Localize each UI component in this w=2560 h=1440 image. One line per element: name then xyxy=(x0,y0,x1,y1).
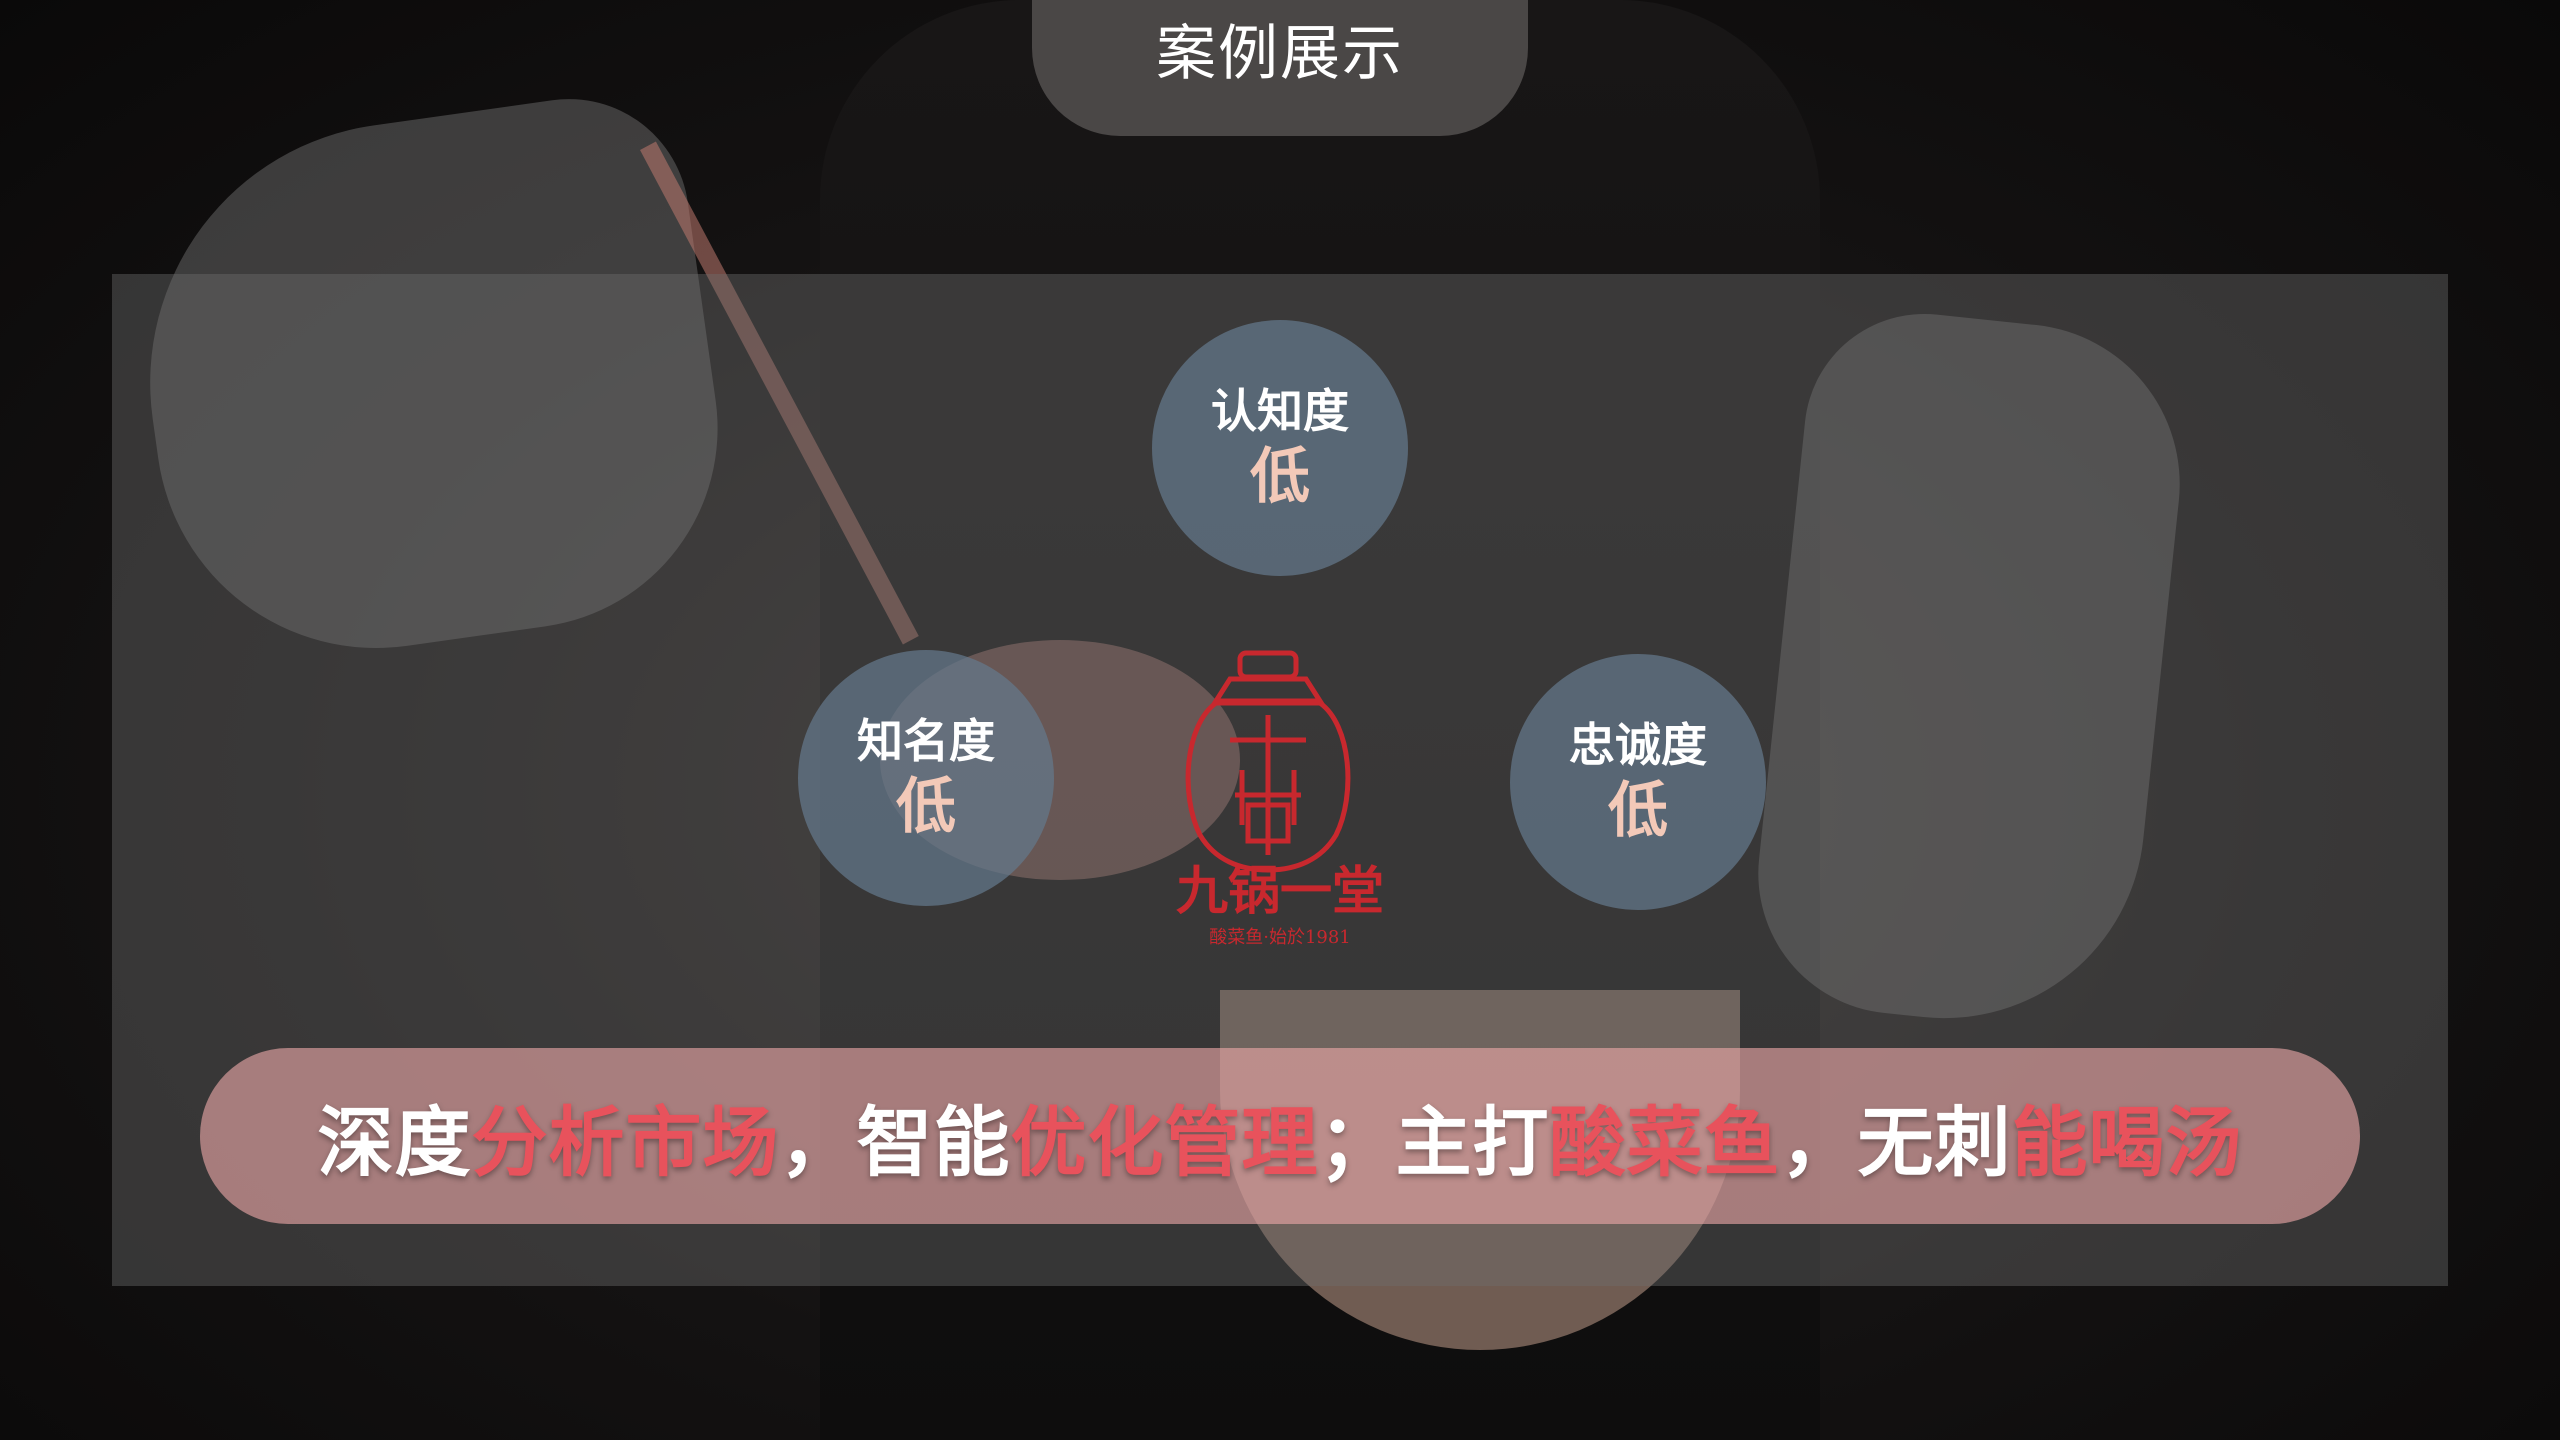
bubble-recognition: 认知度 低 xyxy=(1152,320,1408,576)
bubble-label: 知名度 xyxy=(857,714,995,768)
bubble-value: 低 xyxy=(1608,776,1668,846)
slogan-segment-highlight: 酸菜鱼 xyxy=(1549,1098,1781,1187)
slogan-segment-highlight: 优化管理 xyxy=(1010,1098,1319,1187)
bubble-value: 低 xyxy=(896,772,956,842)
pot-emblem-icon: 九锅一堂 酸菜鱼·始於1981 xyxy=(1176,650,1384,948)
logo-brand-text: 九锅一堂 xyxy=(1176,861,1384,922)
logo-tagline-text: 酸菜鱼·始於1981 xyxy=(1209,927,1351,948)
slogan-segment: 深度 xyxy=(317,1098,472,1187)
slogan-segment-highlight: 能喝汤 xyxy=(2011,1098,2243,1187)
bubble-awareness: 知名度 低 xyxy=(798,650,1054,906)
bubble-label: 认知度 xyxy=(1211,384,1349,438)
slogan-segment: ，无刺 xyxy=(1780,1098,2012,1187)
brand-logo: 九锅一堂 酸菜鱼·始於1981 xyxy=(1130,645,1430,955)
slogan-segment: ；主打 xyxy=(1318,1098,1550,1187)
bubble-loyalty: 忠诚度 低 xyxy=(1510,654,1766,910)
page-title: 案例展示 xyxy=(1032,0,1528,136)
slogan-segment: ，智能 xyxy=(779,1098,1011,1187)
bubble-value: 低 xyxy=(1250,442,1310,512)
slogan-segment-highlight: 分析市场 xyxy=(471,1098,780,1187)
bubble-label: 忠诚度 xyxy=(1569,718,1707,772)
slogan-bar: 深度 分析市场 ，智能 优化管理 ；主打 酸菜鱼 ，无刺 能喝汤 xyxy=(200,1048,2360,1224)
